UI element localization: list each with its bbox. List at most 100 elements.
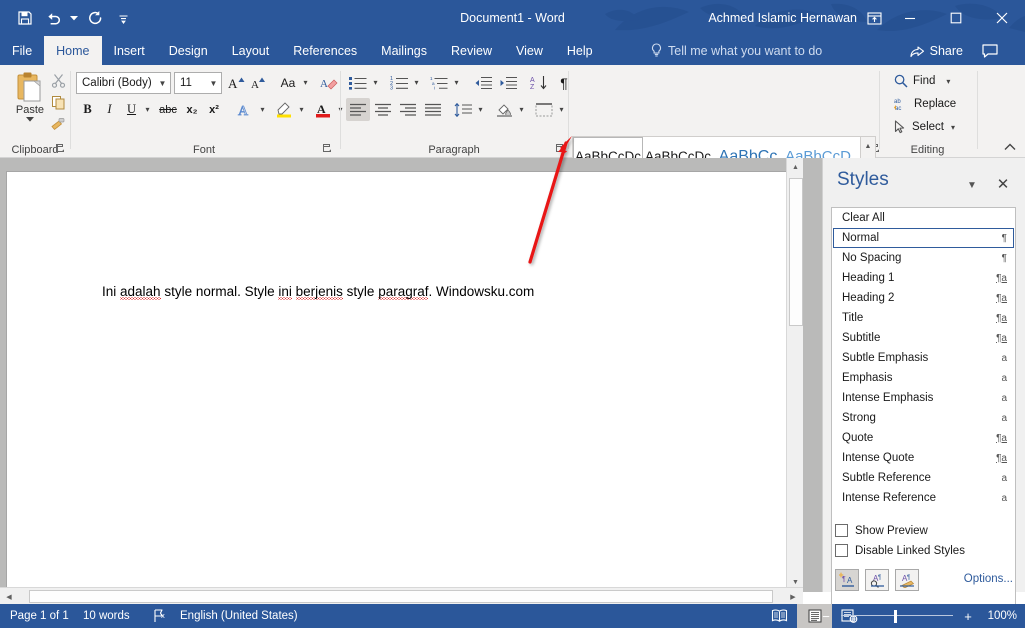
read-mode-icon[interactable] (762, 604, 797, 628)
style-item-title[interactable]: Title ¶a (833, 308, 1014, 328)
style-item-normal[interactable]: Normal ¶ (833, 228, 1014, 248)
scroll-left-icon[interactable]: ◀ (1, 589, 17, 604)
zoom-slider[interactable] (841, 604, 953, 628)
underline-button[interactable]: U (121, 98, 142, 121)
format-painter-icon[interactable] (46, 114, 70, 135)
text-effects-icon[interactable]: A (234, 98, 256, 121)
grow-font-icon[interactable]: A (226, 71, 248, 94)
strikethrough-button[interactable]: abc (156, 98, 180, 121)
horizontal-scroll-thumb[interactable] (29, 590, 773, 603)
horizontal-scrollbar[interactable]: ◀ ▶ (0, 587, 803, 604)
shading-caret-icon[interactable]: ▾ (516, 98, 527, 121)
replace-button[interactable]: ab ac Replace (890, 93, 960, 115)
tab-home[interactable]: Home (44, 36, 102, 65)
style-item-quote[interactable]: Quote ¶a (833, 428, 1014, 448)
shrink-font-icon[interactable]: A (249, 71, 269, 94)
undo-icon[interactable] (40, 5, 66, 31)
zoom-slider-thumb[interactable] (894, 610, 897, 623)
underline-caret-icon[interactable]: ▾ (142, 98, 153, 121)
change-case-caret-icon[interactable]: ▾ (300, 71, 311, 94)
close-icon[interactable]: ✕ (993, 174, 1013, 194)
bullets-icon[interactable] (346, 71, 370, 94)
font-color-icon[interactable]: A (312, 98, 334, 121)
tab-view[interactable]: View (504, 36, 555, 65)
undo-dropdown-caret-icon[interactable] (68, 5, 80, 31)
change-case-button[interactable]: Aa (276, 71, 300, 94)
paste-dropdown-caret-icon[interactable] (26, 117, 34, 122)
multilevel-list-icon[interactable]: 1ai (427, 71, 451, 94)
vertical-scroll-thumb[interactable] (789, 178, 803, 326)
increase-indent-icon[interactable] (496, 71, 520, 94)
vertical-scrollbar[interactable]: ▲ ▼ (786, 158, 803, 592)
proofing-errors-icon[interactable]: x (148, 604, 173, 628)
tell-me-search[interactable]: Tell me what you want to do (650, 36, 822, 65)
style-item-emphasis[interactable]: Emphasis a (833, 368, 1014, 388)
multilevel-caret-icon[interactable]: ▾ (451, 71, 462, 94)
font-size-combo[interactable]: 11 ▼ (174, 72, 222, 94)
document-paragraph[interactable]: Ini adalah style normal. Style ini berje… (102, 282, 722, 302)
font-name-combo[interactable]: Calibri (Body) ▼ (76, 72, 171, 94)
zoom-out-icon[interactable]: − (818, 604, 834, 628)
paste-button[interactable]: Paste (10, 71, 50, 137)
styles-options-link[interactable]: Options... (964, 573, 1013, 585)
numbering-caret-icon[interactable]: ▾ (411, 71, 422, 94)
numbering-icon[interactable]: 123 (387, 71, 411, 94)
word-count-status[interactable]: 10 words (78, 604, 135, 628)
zoom-in-icon[interactable]: + (960, 604, 976, 628)
collapse-ribbon-icon[interactable] (1001, 139, 1019, 155)
select-caret-icon[interactable]: ▾ (951, 123, 955, 132)
clipboard-dialog-launcher[interactable] (54, 142, 67, 155)
new-style-icon[interactable]: ¶ A (835, 569, 859, 591)
tab-review[interactable]: Review (439, 36, 504, 65)
cut-scissors-icon[interactable] (46, 70, 70, 91)
style-item-heading-1[interactable]: Heading 1 ¶a (833, 268, 1014, 288)
redo-icon[interactable] (82, 5, 108, 31)
subscript-button[interactable]: x₂ (181, 98, 203, 121)
maximize-icon[interactable] (933, 0, 979, 36)
find-caret-icon[interactable]: ▾ (946, 77, 950, 86)
chevron-down-icon[interactable]: ▼ (155, 79, 170, 88)
decrease-indent-icon[interactable] (471, 71, 495, 94)
document-page[interactable]: Ini adalah style normal. Style ini berje… (6, 171, 796, 592)
highlight-caret-icon[interactable]: ▾ (296, 98, 307, 121)
align-center-icon[interactable] (371, 98, 395, 121)
tab-insert[interactable]: Insert (102, 36, 157, 65)
text-effects-caret-icon[interactable]: ▾ (257, 98, 268, 121)
borders-icon[interactable] (532, 98, 556, 121)
style-item-heading-2[interactable]: Heading 2 ¶a (833, 288, 1014, 308)
style-item-no-spacing[interactable]: No Spacing ¶ (833, 248, 1014, 268)
font-dialog-launcher[interactable] (321, 142, 334, 155)
close-icon[interactable] (979, 0, 1025, 36)
language-status[interactable]: English (United States) (175, 604, 303, 628)
minimize-icon[interactable] (887, 0, 933, 36)
style-item-clear-all[interactable]: Clear All (833, 208, 1014, 228)
paragraph-dialog-launcher[interactable] (554, 142, 567, 155)
select-button[interactable]: Select ▾ (890, 116, 959, 138)
style-inspector-icon[interactable]: A ¶ (865, 569, 889, 591)
align-left-icon[interactable] (346, 98, 370, 121)
zoom-level-label[interactable]: 100% (983, 610, 1017, 622)
sort-icon[interactable]: AZ (527, 71, 551, 94)
superscript-button[interactable]: x² (203, 98, 225, 121)
comments-icon[interactable] (973, 36, 1007, 65)
line-spacing-caret-icon[interactable]: ▾ (475, 98, 486, 121)
tab-file[interactable]: File (0, 36, 45, 65)
bold-button[interactable]: B (77, 98, 98, 121)
tab-help[interactable]: Help (555, 36, 605, 65)
tab-references[interactable]: References (281, 36, 369, 65)
scroll-up-icon[interactable]: ▲ (788, 159, 803, 176)
style-item-intense-reference[interactable]: Intense Reference a (833, 488, 1014, 508)
style-item-strong[interactable]: Strong a (833, 408, 1014, 428)
clear-formatting-icon[interactable]: A (317, 71, 341, 94)
justify-icon[interactable] (421, 98, 445, 121)
show-preview-checkbox-row[interactable]: Show Preview (835, 524, 928, 537)
ribbon-display-options-icon[interactable] (859, 0, 889, 36)
tab-design[interactable]: Design (157, 36, 220, 65)
page-number-status[interactable]: Page 1 of 1 (5, 604, 74, 628)
align-right-icon[interactable] (396, 98, 420, 121)
show-preview-checkbox[interactable] (835, 524, 848, 537)
text-highlight-color-icon[interactable] (273, 98, 295, 121)
tab-mailings[interactable]: Mailings (369, 36, 439, 65)
styles-gallery-scroll-up-icon[interactable]: ▲ (861, 137, 875, 155)
styles-list[interactable]: Clear All Normal ¶ No Spacing ¶ Heading … (831, 207, 1016, 628)
